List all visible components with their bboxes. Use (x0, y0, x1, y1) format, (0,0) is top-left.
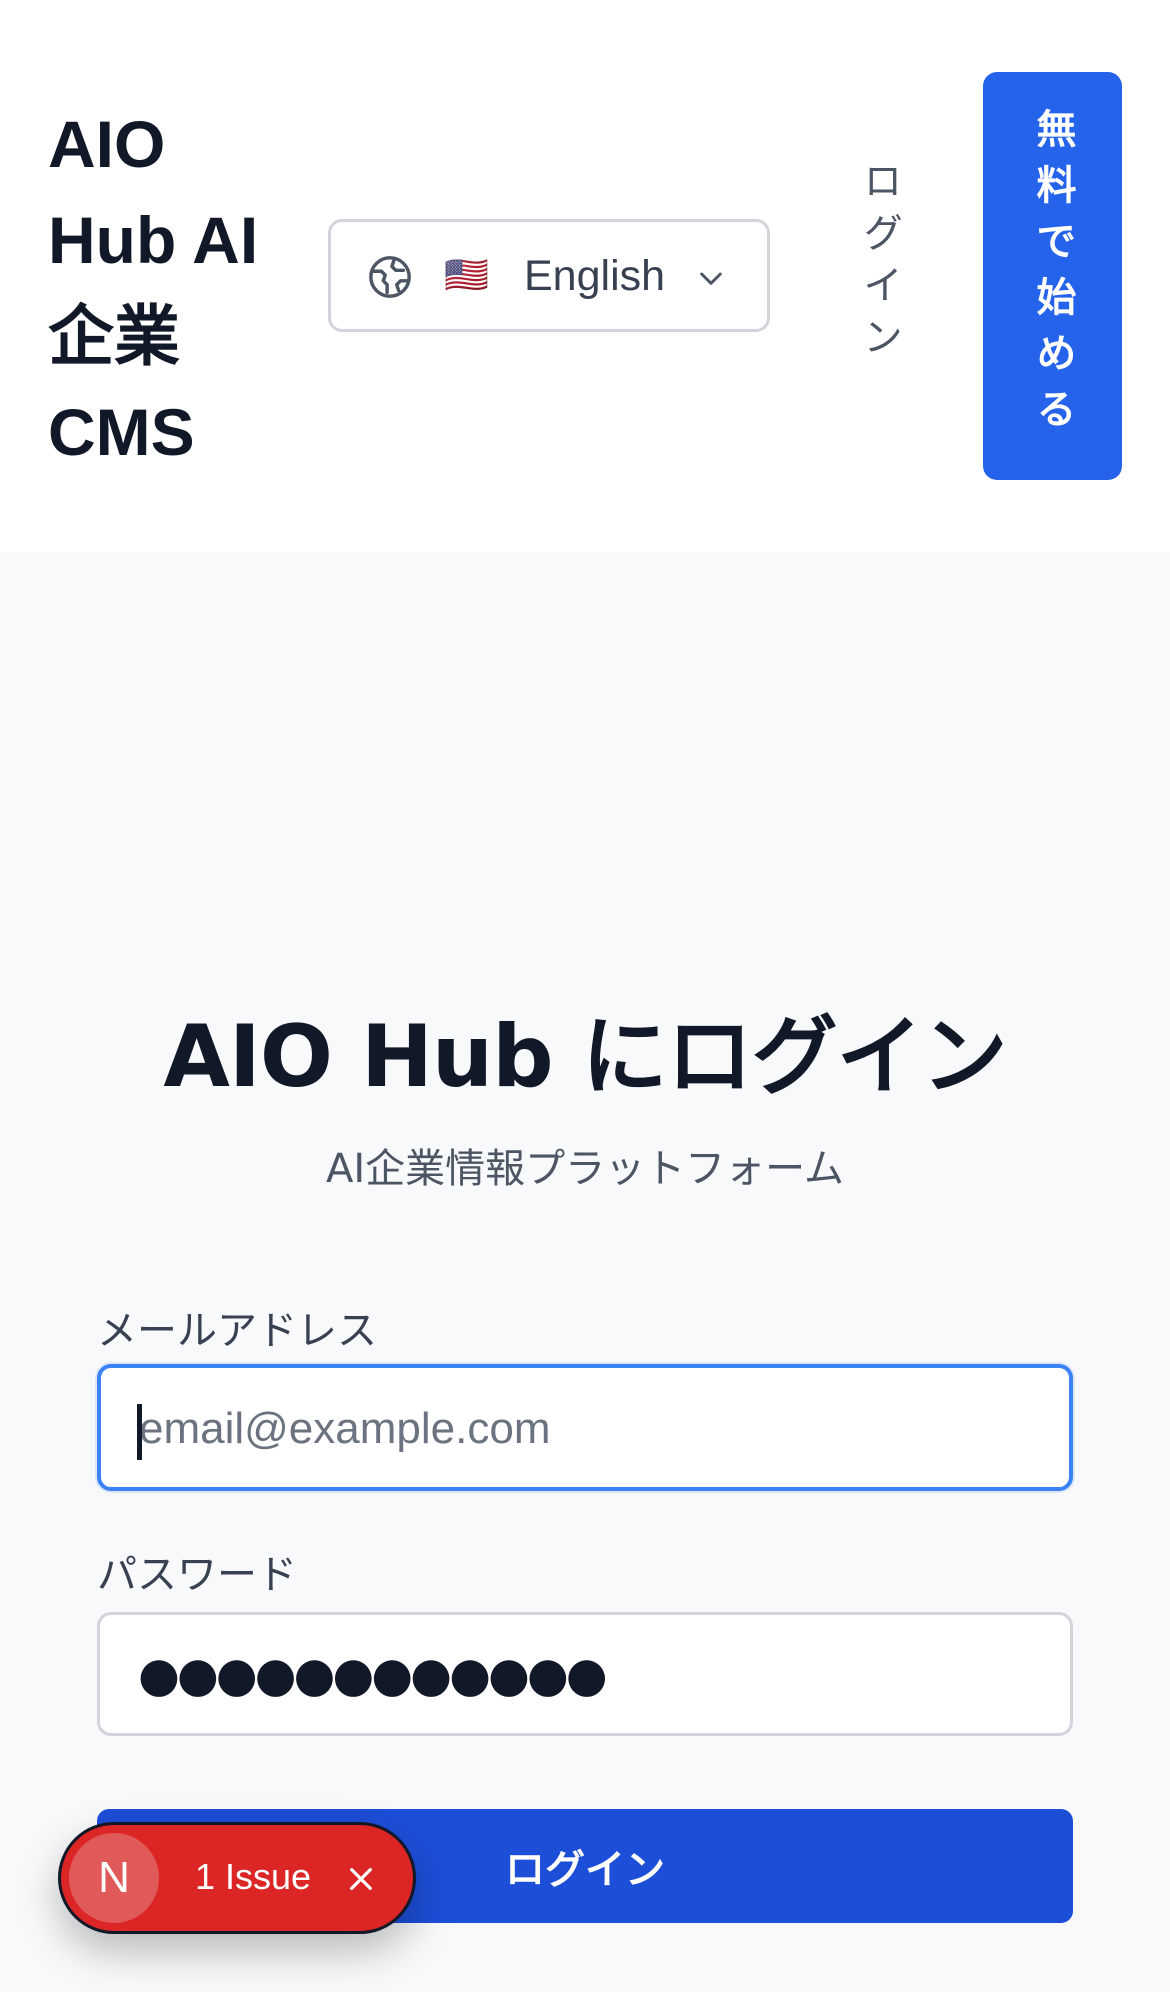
password-masked-value: ●●●●●●●●●●●● (138, 1647, 608, 1703)
page-title: AIO Hub にログイン (163, 1007, 1007, 1107)
header-login-link[interactable]: ログイン (852, 160, 908, 368)
signup-button-label: 無料で始める (1029, 108, 1076, 444)
password-field[interactable]: ●●●●●●●●●●●● (97, 1612, 1073, 1736)
globe-icon (369, 256, 411, 298)
brand-logo-text[interactable]: AIO Hub AI 企業 CMS (48, 96, 288, 480)
nextjs-logo-icon: N (69, 1833, 159, 1923)
email-label: メールアドレス (97, 1308, 377, 1354)
dev-issues-badge[interactable]: N 1 Issue (58, 1822, 416, 1934)
signup-button[interactable]: 無料で始める (983, 72, 1122, 480)
password-label: パスワード (97, 1552, 297, 1598)
issues-count-label: 1 Issue (195, 1856, 312, 1897)
page-subtitle: AI企業情報プラットフォーム (326, 1146, 844, 1192)
email-field[interactable]: email@example.com (97, 1364, 1073, 1491)
us-flag-icon: 🇺🇸 (444, 255, 489, 296)
language-selector[interactable]: 🇺🇸 English (328, 219, 770, 332)
site-header: AIO Hub AI 企業 CMS 🇺🇸 English ログイン 無料で始める (0, 0, 1170, 552)
language-label: English (524, 252, 666, 300)
text-caret (137, 1404, 142, 1460)
close-icon[interactable] (345, 1863, 377, 1895)
login-submit-label: ログイン (505, 1847, 665, 1893)
chevron-down-icon (700, 272, 722, 285)
email-placeholder: email@example.com (139, 1404, 551, 1453)
